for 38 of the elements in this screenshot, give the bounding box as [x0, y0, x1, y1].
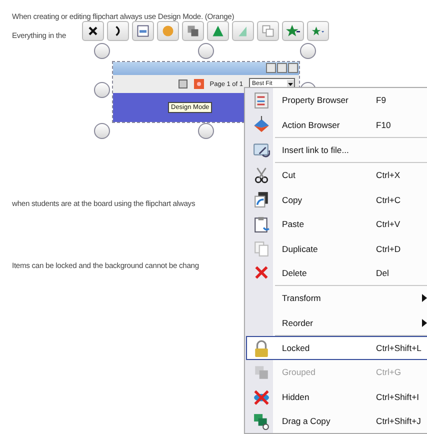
menu-label: Copy — [281, 194, 304, 205]
shortcut-label: Ctrl+V — [376, 219, 402, 230]
menu-label: Paste — [281, 219, 305, 230]
menu-item[interactable]: Delete Del — [246, 260, 427, 286]
shortcut-label: Ctrl+G — [376, 367, 402, 378]
menu-label: Reorder — [281, 318, 314, 328]
menu-item[interactable]: Insert link to file... — [246, 138, 427, 162]
menu-item[interactable]: Property Browser F9 — [246, 88, 427, 112]
menu-item[interactable]: Reorder — [246, 310, 427, 335]
shortcut-label: Ctrl+Shift+J — [376, 416, 422, 426]
menu-label: Transform — [281, 293, 322, 304]
shortcut-label: Ctrl+D — [376, 244, 402, 254]
menu-item[interactable]: Cut Ctrl+X — [246, 163, 427, 188]
shortcut-label: F9 — [376, 95, 388, 106]
menu-label: Hidden — [281, 392, 310, 402]
menu-label: Duplicate — [281, 244, 319, 254]
menu-item[interactable]: Drag a Copy Ctrl+Shift+J — [246, 409, 427, 434]
menu-item[interactable]: Transform — [246, 286, 427, 311]
shortcut-label: F10 — [376, 120, 392, 130]
menu-label: Grouped — [281, 367, 316, 378]
shortcut-label: Del — [376, 268, 390, 278]
menu-item[interactable]: Duplicate Ctrl+D — [246, 236, 427, 261]
menu-label: Insert link to file... — [281, 144, 350, 155]
menu-item[interactable]: Copy Ctrl+C — [246, 188, 427, 212]
menu-item[interactable]: Paste Ctrl+V — [246, 212, 427, 236]
menu-label: Property Browser — [281, 95, 350, 106]
shortcut-label: Ctrl+X — [376, 170, 402, 180]
menu-label: Cut — [281, 170, 296, 180]
menu-label: Locked — [281, 343, 311, 354]
shortcut-label: Ctrl+Shift+I — [376, 392, 420, 402]
shortcut-label: Ctrl+Shift+L — [376, 343, 422, 354]
menu-label: Action Browser — [281, 120, 341, 130]
menu-label: Delete — [281, 268, 308, 278]
menu-item[interactable]: Hidden Ctrl+Shift+I — [246, 384, 427, 410]
menu-item[interactable]: Action Browser F10 — [246, 112, 427, 137]
menu-item[interactable]: Locked Ctrl+Shift+L — [246, 336, 427, 360]
menu-label: Drag a Copy — [281, 416, 332, 426]
shortcut-label: Ctrl+C — [376, 194, 402, 205]
